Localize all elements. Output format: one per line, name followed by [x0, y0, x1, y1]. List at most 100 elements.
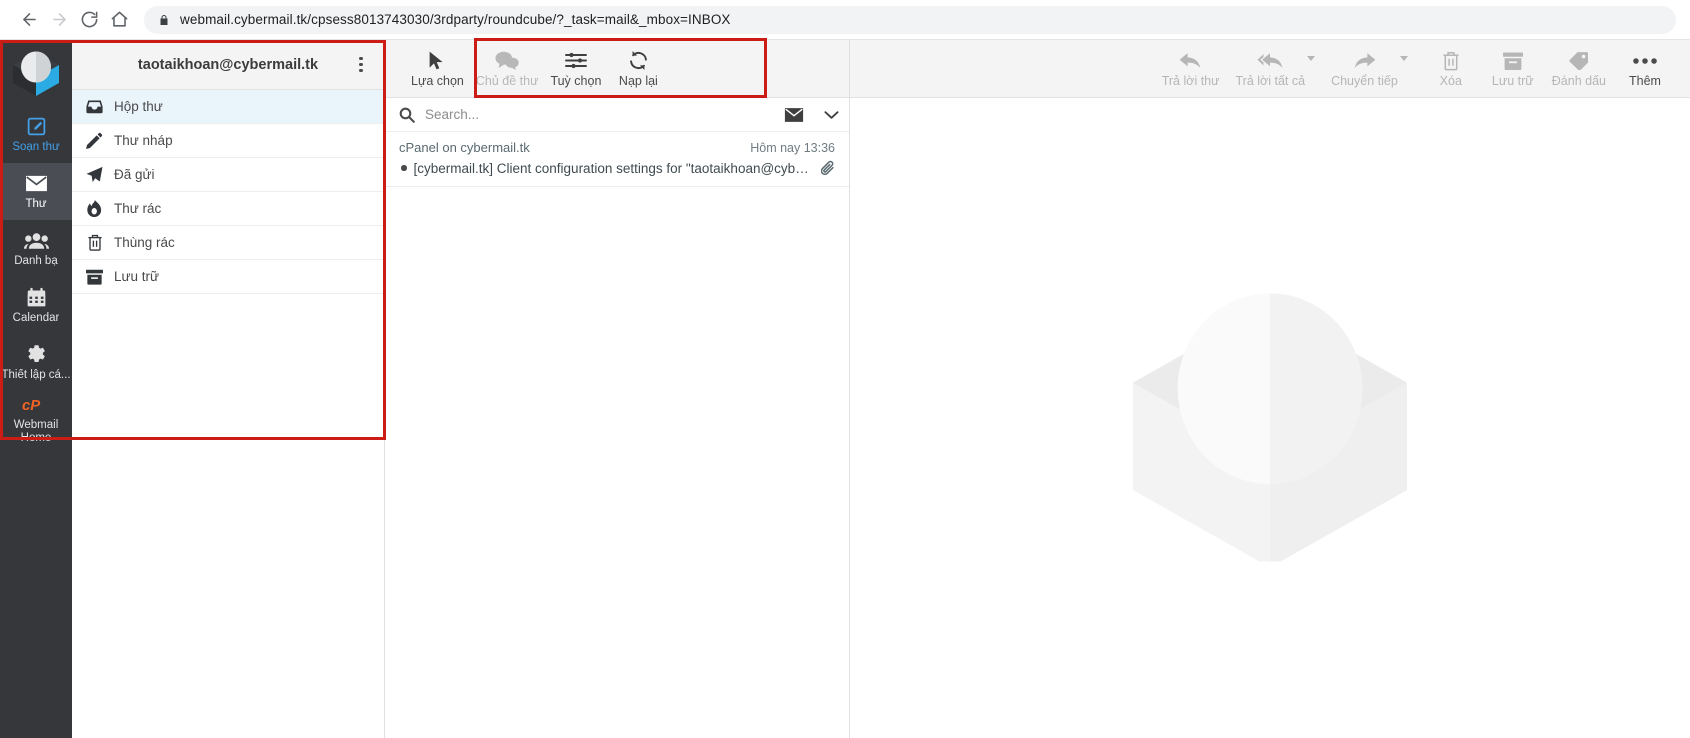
task-item-compose[interactable]: Soạn thư	[0, 106, 72, 163]
task-item-webmail-home[interactable]: cP Webmail Home	[0, 391, 72, 448]
task-menu: Soạn thư Thư Danh bạ Calendar Thiết lập	[0, 40, 72, 738]
folder-item-label: Thư rác	[114, 201, 162, 216]
forward-icon	[1353, 50, 1376, 72]
pencil-icon	[86, 132, 103, 149]
threads-button: Chủ đề thư	[470, 50, 545, 88]
archive-box-icon	[86, 269, 103, 285]
kebab-menu-icon[interactable]	[348, 52, 374, 78]
trash-icon	[86, 234, 103, 251]
reply-all-icon	[1257, 50, 1283, 72]
folder-item-trash[interactable]: Thùng rác	[72, 226, 384, 260]
task-item-label: Webmail Home	[13, 419, 59, 444]
folder-item-junk[interactable]: Thư rác	[72, 192, 384, 226]
url-text: webmail.cybermail.tk/cpsess8013743030/3r…	[180, 12, 731, 27]
folder-list-empty-area	[72, 294, 384, 738]
inbox-icon	[86, 99, 103, 114]
folder-item-label: Lưu trữ	[114, 269, 160, 284]
task-item-label: Soạn thư	[12, 140, 60, 153]
sliders-options-icon	[564, 50, 587, 72]
forward-button-label: Chuyển tiếp	[1331, 73, 1398, 88]
select-button-label: Lựa chọn	[411, 73, 464, 88]
refresh-icon	[628, 50, 649, 72]
task-item-label: Danh bạ	[14, 254, 58, 267]
cpanel-logo-icon: cP	[22, 395, 50, 416]
gear-icon	[26, 344, 47, 366]
archive-button[interactable]: Lưu trữ	[1482, 50, 1544, 88]
trash-icon	[1442, 50, 1460, 72]
delete-button[interactable]: Xóa	[1420, 50, 1482, 88]
lock-icon	[158, 14, 170, 26]
folder-list-column: taotaikhoan@cybermail.tk Hộp thư Thư nhá…	[0, 40, 386, 738]
reply-button[interactable]: Trả lời thư	[1154, 50, 1228, 88]
more-button-label: Thêm	[1629, 73, 1661, 88]
message-row-header: cPanel on cybermail.tk Hôm nay 13:36	[399, 140, 835, 155]
delete-button-label: Xóa	[1439, 73, 1462, 88]
home-icon[interactable]	[104, 5, 134, 35]
cursor-arrow-icon	[428, 50, 446, 72]
mark-button[interactable]: Đánh dấu	[1544, 50, 1614, 88]
forward-icon	[44, 5, 74, 35]
fire-junk-icon	[86, 200, 103, 217]
unread-dot-icon[interactable]	[401, 165, 407, 171]
message-actions-toolbar: Trả lời thư Trả lời tất cả Chuyển tiếp X…	[850, 40, 1690, 98]
folder-item-archive[interactable]: Lưu trữ	[72, 260, 384, 294]
svg-text:cP: cP	[22, 397, 40, 414]
envelope-icon	[25, 173, 48, 195]
folder-item-label: Thùng rác	[114, 235, 175, 250]
roundcube-elastic-logo-icon	[0, 44, 72, 102]
tag-icon	[1568, 50, 1589, 72]
message-list-column: Lựa chọn Chủ đề thư Tuỳ chọn Nạp lại Sea…	[385, 38, 850, 738]
message-sender: cPanel on cybermail.tk	[399, 140, 530, 155]
chevron-down-icon[interactable]	[1399, 55, 1408, 61]
back-icon[interactable]	[14, 5, 44, 35]
options-button[interactable]: Tuỳ chọn	[544, 50, 607, 88]
more-button[interactable]: Thêm	[1614, 50, 1676, 88]
account-email: taotaikhoan@cybermail.tk	[137, 56, 319, 73]
message-viewer-body	[850, 98, 1690, 738]
browser-toolbar: webmail.cybermail.tk/cpsess8013743030/3r…	[0, 0, 1690, 40]
calendar-icon	[26, 287, 47, 309]
task-item-label: Thiết lập cá...	[1, 368, 71, 381]
options-button-label: Tuỳ chọn	[550, 73, 602, 88]
reply-all-button-label: Trả lời tất cả	[1235, 73, 1306, 88]
folder-item-drafts[interactable]: Thư nháp	[72, 124, 384, 158]
message-subject-line: [cybermail.tk] Client configuration sett…	[399, 160, 835, 176]
search-input[interactable]	[425, 107, 774, 122]
reload-icon[interactable]	[74, 5, 104, 35]
refresh-button[interactable]: Nạp lại	[607, 50, 669, 88]
paper-plane-icon	[86, 166, 103, 183]
select-button[interactable]: Lựa chọn	[405, 50, 470, 88]
envelope-icon[interactable]	[784, 107, 804, 123]
contacts-people-icon	[23, 230, 49, 252]
roundcube-elastic-watermark-icon	[1109, 270, 1431, 568]
ellipsis-icon	[1633, 50, 1657, 72]
reply-all-button[interactable]: Trả lời tất cả	[1228, 50, 1316, 88]
task-item-settings[interactable]: Thiết lập cá...	[0, 334, 72, 391]
task-item-label: Thư	[25, 197, 47, 210]
mark-button-label: Đánh dấu	[1551, 73, 1606, 88]
message-list-toolbar: Lựa chọn Chủ đề thư Tuỳ chọn Nạp lại	[385, 38, 849, 98]
compose-pencil-icon	[26, 116, 47, 138]
message-list[interactable]: cPanel on cybermail.tk Hôm nay 13:36 [cy…	[385, 132, 849, 738]
paperclip-icon	[821, 160, 835, 176]
folder-item-sent[interactable]: Đã gửi	[72, 158, 384, 192]
task-item-label: Calendar	[12, 311, 60, 324]
account-header: taotaikhoan@cybermail.tk	[72, 40, 384, 90]
archive-box-icon	[1502, 50, 1523, 72]
folder-item-inbox[interactable]: Hộp thư	[72, 90, 384, 124]
folder-item-label: Đã gửi	[114, 167, 155, 182]
reply-button-label: Trả lời thư	[1161, 73, 1220, 88]
chevron-down-icon[interactable]	[824, 110, 839, 120]
task-item-contacts[interactable]: Danh bạ	[0, 220, 72, 277]
address-bar[interactable]: webmail.cybermail.tk/cpsess8013743030/3r…	[144, 5, 1676, 34]
chevron-down-icon[interactable]	[1307, 55, 1316, 61]
reply-icon	[1179, 50, 1202, 72]
task-item-calendar[interactable]: Calendar	[0, 277, 72, 334]
forward-button[interactable]: Chuyển tiếp	[1323, 50, 1408, 88]
message-list-row[interactable]: cPanel on cybermail.tk Hôm nay 13:36 [cy…	[385, 132, 849, 187]
search-bar[interactable]	[385, 98, 849, 132]
message-date: Hôm nay 13:36	[750, 141, 835, 155]
webmail-app: Soạn thư Thư Danh bạ Calendar Thiết lập	[0, 38, 1690, 738]
folder-item-label: Hộp thư	[114, 99, 163, 114]
task-item-mail[interactable]: Thư	[0, 163, 72, 220]
